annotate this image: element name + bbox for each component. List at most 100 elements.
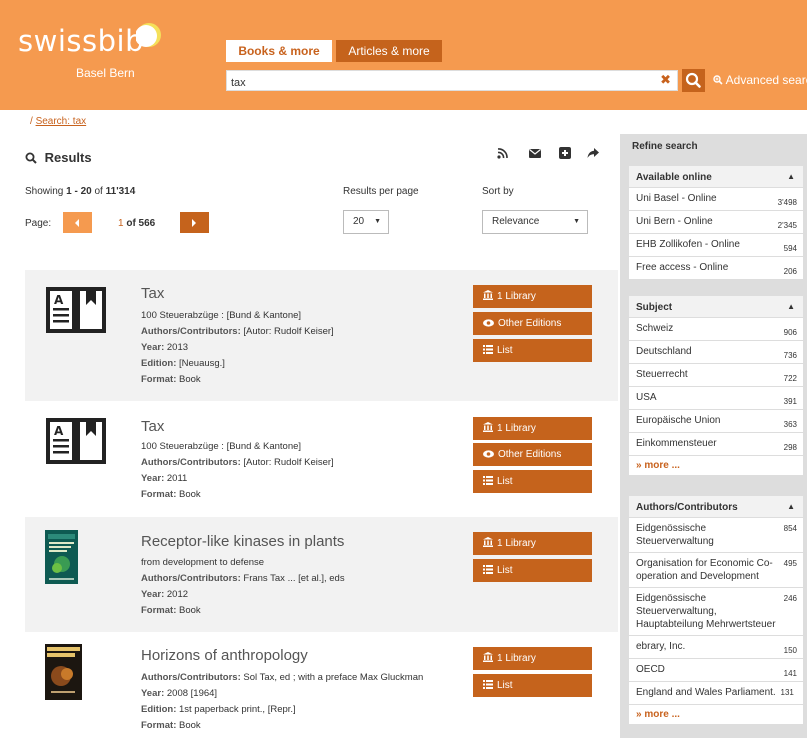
facet-item[interactable]: Uni Bern - Online 2'345	[629, 211, 803, 234]
subject-more-link[interactable]: » more ...	[629, 456, 803, 475]
result-subtitle: from development to defense	[141, 557, 265, 568]
clear-icon[interactable]: ✖	[660, 73, 671, 88]
library-button[interactable]: 1 Library	[473, 532, 592, 555]
format-value: Book	[179, 489, 201, 500]
caret-down-icon: ▼	[573, 218, 580, 225]
facet-header[interactable]: Available online ▲	[629, 166, 803, 188]
breadcrumb-search-link[interactable]: Search: tax	[36, 116, 87, 127]
library-icon	[483, 422, 493, 432]
facet-item[interactable]: Einkommensteuer 298	[629, 433, 803, 456]
rss-icon[interactable]	[496, 146, 510, 160]
tab-books[interactable]: Books & more	[226, 40, 332, 62]
prev-page-button[interactable]	[63, 212, 92, 233]
tab-articles[interactable]: Articles & more	[336, 40, 442, 62]
result-format: Format: Book	[141, 718, 423, 734]
result-title-link[interactable]: Tax	[141, 418, 164, 435]
search-button[interactable]	[682, 69, 705, 92]
format-label: Format:	[141, 374, 177, 385]
book-cover-thumbnail[interactable]	[45, 530, 78, 584]
facet-item[interactable]: Eidgenössische Steuerverwaltung, Hauptab…	[629, 588, 803, 636]
result-authors: Authors/Contributors: [Autor: Rudolf Kei…	[141, 455, 334, 471]
result-year: Year: 2008 [1964]	[141, 686, 423, 702]
authors-value[interactable]: [Autor: Rudolf Keiser]	[243, 457, 333, 468]
facet-item[interactable]: ebrary, Inc. 150	[629, 636, 803, 659]
library-button[interactable]: 1 Library	[473, 417, 592, 440]
advanced-search-label: Advanced search	[725, 73, 807, 87]
sort-select[interactable]: Relevance ▼	[482, 210, 588, 234]
facet-item[interactable]: Eidgenössische Steuerverwaltung 854	[629, 518, 803, 553]
other-editions-button[interactable]: Other Editions	[473, 312, 592, 335]
facet-item-label: Deutschland	[636, 346, 692, 357]
edition-value: 1st paperback print., [Repr.]	[179, 704, 296, 715]
logo[interactable]: swissbib Basel Bern	[18, 23, 161, 80]
facet-item[interactable]: Free access - Online 206	[629, 257, 803, 280]
facet-item-label: Eidgenössische Steuerverwaltung	[636, 523, 714, 547]
facet-item[interactable]: Organisation for Economic Co-operation a…	[629, 553, 803, 588]
authors-value[interactable]: Frans Tax ... [et al.], eds	[243, 573, 344, 584]
facet-item[interactable]: Schweiz 906	[629, 318, 803, 341]
authors-label: Authors/Contributors:	[141, 573, 241, 584]
logo-subtitle: Basel Bern	[76, 66, 135, 80]
result-year: Year: 2013	[141, 340, 334, 356]
format-label: Format:	[141, 605, 177, 616]
facet-title: Authors/Contributors	[636, 502, 738, 513]
year-label: Year:	[141, 342, 165, 353]
facet-item-count: 206	[783, 267, 797, 276]
facet-item[interactable]: Uni Basel - Online 3'498	[629, 188, 803, 211]
facet-header[interactable]: Subject ▲	[629, 296, 803, 318]
breadcrumb: / Search: tax	[30, 116, 86, 127]
facet-item[interactable]: EHB Zollikofen - Online 594	[629, 234, 803, 257]
result-authors: Authors/Contributors: Frans Tax ... [et …	[141, 571, 345, 587]
year-label: Year:	[141, 473, 165, 484]
result-title-link[interactable]: Horizons of anthropology	[141, 647, 308, 664]
list-button[interactable]: List	[473, 339, 592, 362]
add-icon[interactable]	[558, 146, 572, 160]
facet-item[interactable]: Europäische Union 363	[629, 410, 803, 433]
library-button[interactable]: 1 Library	[473, 285, 592, 308]
facet-item[interactable]: USA 391	[629, 387, 803, 410]
library-button[interactable]: 1 Library	[473, 647, 592, 670]
facet-item[interactable]: Steuerrecht 722	[629, 364, 803, 387]
other-editions-button[interactable]: Other Editions	[473, 443, 592, 466]
result-meta: 100 Steuerabzüge : [Bund & Kantone] Auth…	[141, 439, 334, 503]
facet-item[interactable]: England and Wales Parliament. 131	[629, 682, 803, 705]
facet-available-online: Available online ▲ Uni Basel - Online 3'4…	[629, 166, 803, 280]
authors-value[interactable]: Sol Tax, ed ; with a preface Max Gluckma…	[243, 672, 423, 683]
year-value: 2008 [1964]	[166, 688, 218, 699]
page-label: Page:	[25, 218, 52, 229]
facet-item[interactable]: Deutschland 736	[629, 341, 803, 364]
svg-text:A: A	[54, 424, 64, 438]
book-cover-thumbnail[interactable]	[45, 644, 82, 700]
edition-value: [Neuausg.]	[179, 358, 225, 369]
authors-label: Authors/Contributors:	[141, 457, 241, 468]
list-icon	[483, 565, 493, 574]
facet-header[interactable]: Authors/Contributors ▲	[629, 496, 803, 518]
share-icon[interactable]	[586, 146, 600, 160]
email-icon[interactable]	[528, 146, 542, 160]
year-value: 2012	[166, 589, 189, 600]
advanced-search-link[interactable]: Advanced search	[713, 73, 807, 87]
page-total: of 566	[126, 218, 156, 229]
list-button-label: List	[497, 565, 513, 576]
result-title-link[interactable]: Receptor-like kinases in plants	[141, 533, 344, 550]
result-title-link[interactable]: Tax	[141, 285, 164, 302]
next-page-button[interactable]	[180, 212, 209, 233]
authors-value[interactable]: [Autor: Rudolf Keiser]	[243, 326, 333, 337]
facet-item-count: 246	[783, 594, 797, 603]
year-value: 2013	[166, 342, 189, 353]
facet-item-count: 495	[783, 559, 797, 568]
eye-icon	[483, 319, 494, 327]
library-icon	[483, 652, 493, 662]
book-icon[interactable]: A	[46, 287, 106, 333]
results-per-page-select[interactable]: 20 ▼	[343, 210, 389, 234]
list-button[interactable]: List	[473, 559, 592, 582]
list-button[interactable]: List	[473, 674, 592, 697]
list-button[interactable]: List	[473, 470, 592, 493]
facet-item[interactable]: OECD 141	[629, 659, 803, 682]
authors-more-link[interactable]: » more ...	[629, 705, 803, 724]
facet-item-label: Steuerrecht	[636, 369, 688, 380]
results-title: Results	[25, 150, 92, 165]
result-item: Horizons of anthropology Authors/Contrib…	[25, 632, 618, 738]
book-icon[interactable]: A	[46, 418, 106, 464]
search-input[interactable]	[227, 73, 647, 93]
